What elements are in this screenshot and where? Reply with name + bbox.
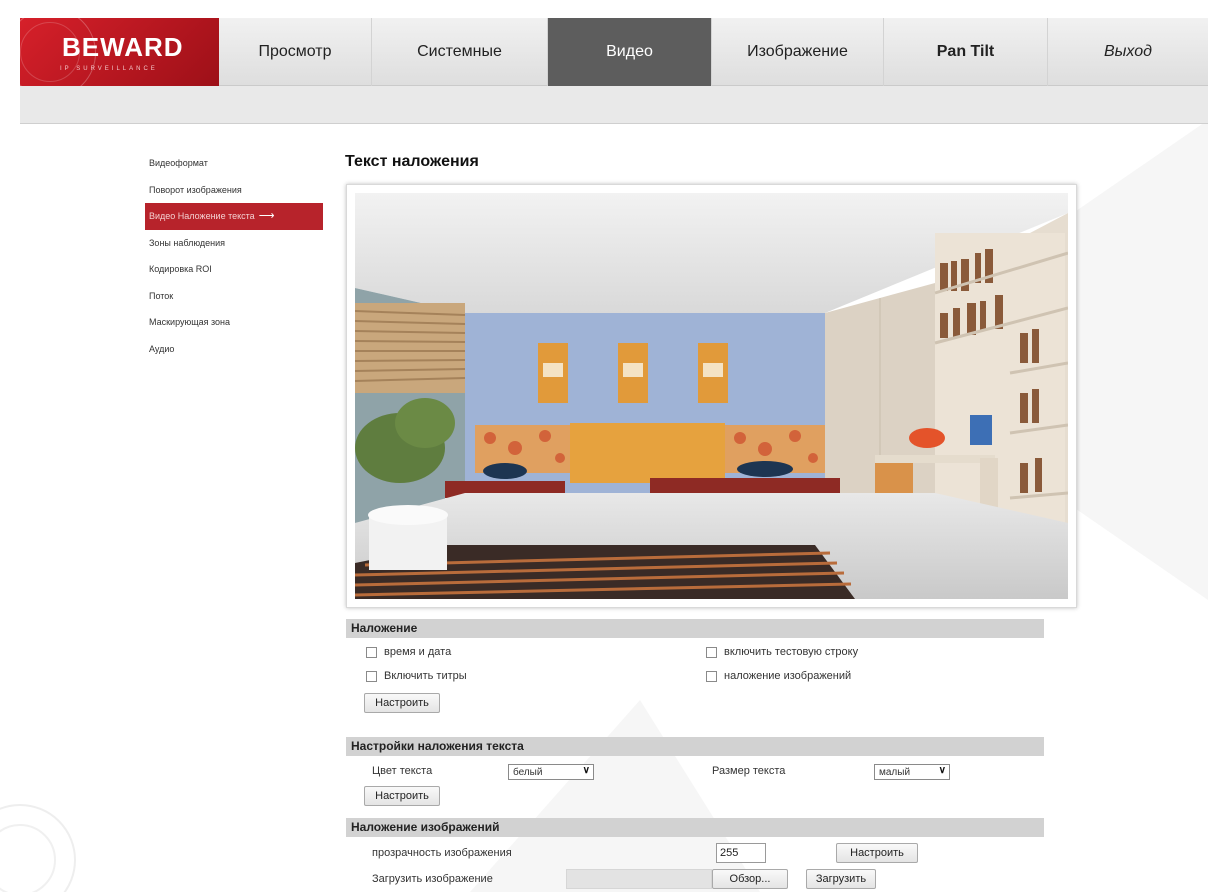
chevron-down-icon: ∨	[938, 765, 946, 776]
sidebar-item-text-overlay[interactable]: Видео Наложение текста ⟶	[145, 203, 323, 230]
captions-checkbox[interactable]	[366, 671, 377, 682]
file-path-field[interactable]	[566, 869, 712, 889]
logo-text: BEWARD	[62, 32, 184, 62]
overlay-configure-button[interactable]: Настроить	[364, 693, 440, 713]
tab-view[interactable]: Просмотр	[219, 18, 372, 86]
arrow-right-icon: ⟶	[258, 210, 275, 222]
video-preview-frame	[346, 184, 1077, 608]
sidebar: Видеоформат Поворот изображения Видео На…	[145, 150, 325, 362]
tab-system[interactable]: Системные	[372, 18, 548, 86]
test-string-label: включить тестовую строку	[724, 646, 859, 658]
text-color-value: белый	[513, 766, 543, 778]
text-size-select[interactable]: малый ∨	[874, 764, 950, 780]
upload-image-label: Загрузить изображение	[372, 873, 493, 885]
transparency-label: прозрачность изображения	[372, 847, 512, 859]
tab-image[interactable]: Изображение	[712, 18, 884, 86]
sidebar-item-label: Видео Наложение текста	[149, 211, 255, 221]
sidebar-item-observation-zones[interactable]: Зоны наблюдения	[145, 230, 325, 257]
text-color-label: Цвет текста	[372, 765, 433, 777]
browse-button[interactable]: Обзор...	[712, 869, 788, 889]
tab-pan-tilt[interactable]: Pan Tilt	[884, 18, 1048, 86]
image-overlay-checkbox[interactable]	[706, 671, 717, 682]
sidebar-item-image-rotation[interactable]: Поворот изображения	[145, 177, 325, 204]
image-overlay-section-header: Наложение изображений	[346, 818, 1044, 837]
captions-label: Включить титры	[384, 670, 467, 682]
time-date-label: время и дата	[384, 646, 452, 658]
transparency-configure-button[interactable]: Настроить	[836, 843, 918, 863]
sidebar-item-privacy-mask[interactable]: Маскирующая зона	[145, 309, 325, 336]
text-settings-section-header: Настройки наложения текста	[346, 737, 1044, 756]
transparency-input[interactable]: 255	[716, 843, 766, 863]
logo-subtitle: IP SURVEILLANCE	[60, 66, 158, 72]
text-color-select[interactable]: белый ∨	[508, 764, 594, 780]
image-overlay-label: наложение изображений	[724, 670, 852, 682]
beward-logo[interactable]: BEWARD IP SURVEILLANCE	[20, 18, 219, 86]
tab-video[interactable]: Видео	[548, 18, 712, 86]
header-bar: BEWARD IP SURVEILLANCE Просмотр Системны…	[20, 18, 1208, 124]
camera-live-image	[355, 193, 1068, 599]
tab-logout[interactable]: Выход	[1048, 18, 1208, 86]
sidebar-item-stream[interactable]: Поток	[145, 283, 325, 310]
sidebar-item-roi-encoding[interactable]: Кодировка ROI	[145, 256, 325, 283]
text-size-value: малый	[879, 766, 911, 778]
sidebar-item-video-format[interactable]: Видеоформат	[145, 150, 325, 177]
text-settings-configure-button[interactable]: Настроить	[364, 786, 440, 806]
overlay-section-header: Наложение	[346, 619, 1044, 638]
sidebar-item-audio[interactable]: Аудио	[145, 336, 325, 363]
upload-button[interactable]: Загрузить	[806, 869, 876, 889]
top-nav: Просмотр Системные Видео Изображение Pan…	[219, 18, 1208, 86]
text-size-label: Размер текста	[712, 765, 786, 777]
test-string-checkbox[interactable]	[706, 647, 717, 658]
chevron-down-icon: ∨	[582, 765, 590, 776]
page-title: Текст наложения	[345, 153, 479, 170]
time-date-checkbox[interactable]	[366, 647, 377, 658]
